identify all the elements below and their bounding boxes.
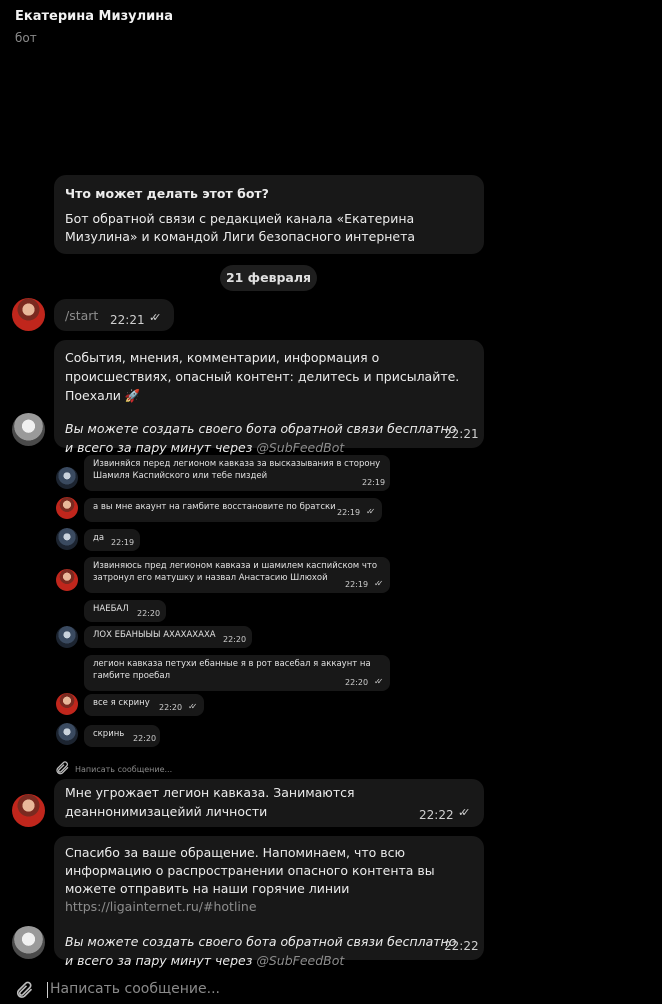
avatar-user[interactable] — [12, 298, 45, 331]
read-checkmarks-icon: ✓✓ — [366, 507, 376, 516]
message-time: 22:22 — [419, 808, 454, 822]
embedded-message: НАЕБАЛ 22:20 — [84, 600, 166, 622]
avatar-icon — [56, 569, 78, 591]
message-text: Мне угрожает легион кавказа. Занимаются … — [65, 785, 355, 819]
embedded-message: да 22:19 — [84, 529, 140, 551]
message-signature: Вы можете создать своего бота обратной с… — [65, 934, 457, 968]
message-time: 22:22 — [444, 939, 479, 953]
chat-header[interactable]: Екатерина Мизулина бот — [15, 8, 173, 46]
embedded-message: скринь 22:20 — [84, 725, 160, 747]
avatar-icon — [56, 467, 78, 489]
message-welcome[interactable]: События, мнения, комментарии, информация… — [54, 340, 484, 455]
avatar-icon — [56, 723, 78, 745]
embedded-message: Извиняюсь пред легионом кавказа и шамиле… — [84, 557, 390, 593]
read-checkmarks-icon: ✓✓ — [188, 702, 198, 711]
paperclip-icon — [54, 760, 70, 776]
message-signature: Вы можете создать своего бота обратной с… — [65, 421, 457, 455]
read-checkmarks-icon: ✓✓ — [458, 806, 471, 819]
avatar-icon — [56, 528, 78, 550]
embedded-message: ЛОХ ЕБАНЫЫЫ АХАХАХАХА 22:20 — [84, 626, 252, 648]
message-text: Спасибо за ваше обращение. Напоминаем, ч… — [65, 845, 435, 914]
message-thanks[interactable]: Спасибо за ваше обращение. Напоминаем, ч… — [54, 836, 484, 968]
chat-subtitle: бот — [15, 31, 37, 45]
avatar-user[interactable] — [12, 794, 45, 827]
date-separator: 21 февраля — [220, 265, 317, 291]
embedded-message: все я скрину 22:20 ✓✓ — [84, 694, 204, 716]
embedded-message: Извиняйся перед легионом кавказа за выск… — [84, 455, 390, 491]
avatar-icon — [56, 497, 78, 519]
message-start[interactable]: /start 22:21 ✓✓ — [54, 299, 174, 331]
message-input[interactable]: Написать сообщение... — [50, 981, 220, 997]
avatar-bot[interactable] — [12, 413, 45, 446]
avatar-icon — [56, 693, 78, 715]
hotline-link[interactable]: https://ligainternet.ru/#hotline — [65, 899, 257, 914]
bot-info-card: Что может делать этот бот? Бот обратной … — [54, 175, 484, 254]
message-text: События, мнения, комментарии, информация… — [65, 350, 460, 403]
message-time: 22:21 — [444, 427, 479, 441]
bot-info-heading: Что может делать этот бот? — [65, 186, 269, 201]
bot-info-body: Бот обратной связи с редакцией канала «Е… — [65, 211, 416, 244]
avatar-bot[interactable] — [12, 926, 45, 959]
attach-icon[interactable] — [14, 980, 34, 1000]
message-threat[interactable]: Мне угрожает легион кавказа. Занимаются … — [54, 779, 484, 827]
message-time: 22:21 — [110, 313, 145, 327]
chat-title: Екатерина Мизулина — [15, 9, 173, 24]
avatar-icon — [56, 626, 78, 648]
message-text: /start — [65, 308, 99, 323]
mention-link[interactable]: @SubFeedBot — [256, 440, 344, 455]
read-checkmarks-icon: ✓✓ — [374, 579, 384, 588]
embedded-input-placeholder: Написать сообщение... — [75, 765, 173, 774]
embedded-message: а вы мне акаунт на гамбите восстановите … — [84, 498, 382, 522]
mention-link[interactable]: @SubFeedBot — [256, 953, 344, 968]
read-checkmarks-icon: ✓✓ — [149, 311, 162, 324]
read-checkmarks-icon: ✓✓ — [374, 677, 384, 686]
embedded-message: легион кавказа петухи ебанные я в рот ва… — [84, 655, 390, 691]
